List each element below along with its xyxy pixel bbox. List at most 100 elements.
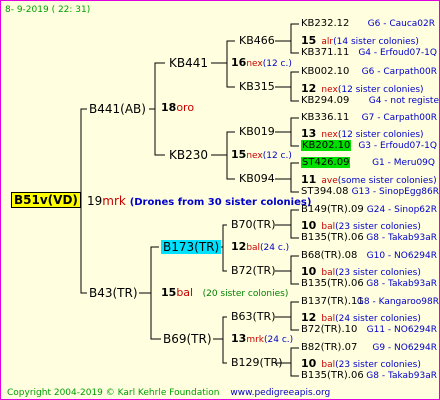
sdd-info: 11 ave(some sister colonies) (301, 172, 437, 187)
gen4-name: ST426.09 (301, 157, 351, 168)
sd-note: (12 c.) (262, 151, 292, 161)
gen4-item: B135(TR).06 G8 - Takab93aR (301, 370, 439, 382)
ds-note: (24 c.) (260, 243, 290, 253)
gen4-ref: G11 - NO6294R (366, 325, 437, 335)
dam-info: 15bal (20 sister colonies) (161, 287, 288, 300)
dsd-info: 10 bal(23 sister colonies) (301, 264, 421, 279)
sd-info: 15nex(12 c.) (231, 149, 292, 162)
gen4-name: B137(TR).11 (301, 296, 364, 307)
sds-note: (12 sister colonies) (337, 130, 424, 140)
ssd-name: KB315 (239, 80, 275, 93)
sd-num: 15 (231, 148, 247, 161)
sds-breeder: nex (321, 130, 338, 140)
pedigree-frame: 8- 9-2019 ( 22: 31) B51v(VD) 19mrk (Dron… (0, 0, 440, 400)
sss-info: 15 alr(14 sister colonies) (301, 33, 419, 48)
ds-breeder: bal (246, 243, 261, 253)
sire-name: B441(AB) (89, 102, 146, 116)
dam-note: (20 sister colonies) (202, 289, 289, 299)
gen4-ref: G7 - Carpath00R (361, 113, 437, 123)
ss-note: (12 c.) (262, 59, 292, 69)
footer: Copyright 2004-2019 © Karl Kehrle Founda… (7, 387, 330, 399)
dam-breeder: bal (176, 286, 194, 299)
copyright-text: Copyright 2004-2019 © Karl Kehrle Founda… (7, 388, 220, 398)
root-info: 19mrk (Drones from 30 sister colonies) (87, 195, 311, 209)
ss-num: 16 (231, 56, 247, 69)
gen4-name: B135(TR).06 (301, 278, 364, 289)
gen4-item: B135(TR).06 G8 - Takab93aR (301, 278, 439, 290)
footer-link[interactable]: www.pedigreeapis.org (230, 388, 330, 398)
gen4-ref: G24 - Sinop62R (366, 205, 437, 215)
dd-name: B69(TR) (163, 332, 212, 346)
ssd-breeder: nex (321, 85, 338, 95)
gen4-item: KB336.11 G7 - Carpath00R (301, 112, 439, 124)
gen4-name: B149(TR).09 (301, 204, 364, 215)
root-note: (Drones from 30 sister colonies) (129, 197, 312, 208)
gen4-ref: G4 - Erfoud07-1Q (358, 48, 437, 58)
ds-name: B173(TR) (161, 240, 222, 254)
sire-num: 18 (161, 101, 177, 114)
sdd-note: (some sister colonies) (337, 176, 437, 186)
gen4-item: B72(TR).10 G11 - NO6294R (301, 324, 439, 336)
root-num: 19 (87, 194, 103, 208)
dds-breeder: bal (321, 314, 336, 324)
dd-num: 13 (231, 332, 247, 345)
gen4-ref: G8 - Takab93aR (366, 233, 437, 243)
ss-info: 16nex(12 c.) (231, 57, 292, 70)
sss-breeder: alr (321, 37, 334, 47)
gen4-name: B82(TR).07 (301, 342, 358, 353)
gen4-ref: G1 - Meru09Q (372, 158, 435, 168)
date-label: 8- 9-2019 ( 22: 31) (5, 5, 91, 15)
sds-name: KB019 (239, 125, 275, 138)
ddd-num: 10 (301, 357, 317, 370)
gen4-item: KB294.09 G4 - not registe (301, 95, 439, 107)
sds-num: 13 (301, 127, 317, 140)
gen4-ref: G9 - NO6294R (372, 343, 437, 353)
ssd-note: (12 sister colonies) (337, 85, 424, 95)
gen4-item: ST394.08 G13 - SinopEgg86R (301, 186, 439, 198)
sd-name: KB230 (169, 148, 209, 162)
gen4-ref: G6 - Cauca02R (367, 19, 435, 29)
ds-num: 12 (231, 240, 247, 253)
dss-info: 10 bal(23 sister colonies) (301, 218, 421, 233)
ddd-name: B129(TR) (231, 356, 283, 369)
dss-breeder: bal (321, 222, 336, 232)
root-name: B51v(VD) (11, 192, 81, 208)
ss-breeder: nex (246, 59, 263, 69)
sire-breeder: oro (176, 101, 195, 114)
gen4-ref: G8 - Kangaroo98R (356, 297, 439, 307)
dss-name: B70(TR) (231, 218, 276, 231)
gen4-name: KB371.11 (301, 47, 350, 58)
gen4-item: B149(TR).09 G24 - Sinop62R (301, 204, 439, 216)
dam-num: 15 (161, 286, 177, 299)
dds-name: B63(TR) (231, 310, 276, 323)
gen4-name: KB002.10 (301, 66, 350, 77)
ddd-note: (23 sister colonies) (335, 360, 421, 370)
sss-num: 15 (301, 34, 317, 47)
root-breeder: mrk (102, 194, 126, 208)
ssd-num: 12 (301, 82, 317, 95)
dsd-name: B72(TR) (231, 264, 276, 277)
gen4-name: ST394.08 (301, 186, 349, 197)
ds-info: 12bal(24 c.) (231, 241, 289, 254)
ddd-info: 10 bal(23 sister colonies) (301, 356, 421, 371)
dam-name: B43(TR) (89, 286, 138, 300)
ss-name: KB441 (169, 56, 209, 70)
ssd-info: 12 nex(12 sister colonies) (301, 81, 424, 96)
gen4-name: KB232.12 (301, 18, 350, 29)
gen4-name: KB294.09 (301, 95, 350, 106)
dds-note: (24 sister colonies) (335, 314, 421, 324)
gen4-item: ST426.09 G1 - Meru09Q (301, 157, 439, 169)
gen4-item: KB371.11 G4 - Erfoud07-1Q (301, 47, 439, 59)
gen4-item: KB202.10 G3 - Erfoud07-1Q (301, 140, 439, 152)
sss-name: KB466 (239, 34, 275, 47)
gen4-item: B137(TR).11 G8 - Kangaroo98R (301, 296, 439, 308)
sire-info: 18oro (161, 102, 194, 114)
sdd-name: KB094 (239, 172, 275, 185)
gen4-ref: G4 - not registe (368, 96, 439, 106)
sss-note: (14 sister colonies) (333, 37, 419, 47)
sdd-breeder: ave (321, 176, 338, 186)
dss-num: 10 (301, 219, 317, 232)
gen4-item: B68(TR).08 G10 - NO6294R (301, 250, 439, 262)
gen4-ref: G13 - SinopEgg86R (351, 187, 439, 197)
gen4-item: B82(TR).07 G9 - NO6294R (301, 342, 439, 354)
